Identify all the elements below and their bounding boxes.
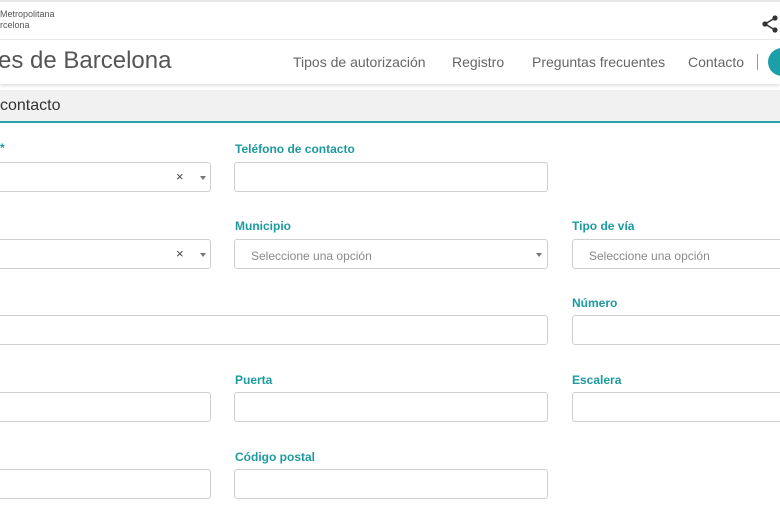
chevron-down-icon[interactable] [200, 253, 206, 257]
label-puerta: Puerta [235, 373, 273, 387]
clear-icon[interactable]: × [176, 246, 184, 261]
municipio-placeholder: Seleccione una opción [251, 249, 372, 263]
nav-preguntas-frecuentes[interactable]: Preguntas frecuentes [532, 54, 665, 70]
label-escalera: Escalera [572, 373, 622, 387]
nav-registro[interactable]: Registro [452, 54, 504, 70]
puerta-input[interactable] [234, 392, 548, 422]
label-required-field: * [0, 141, 5, 155]
tipo-via-placeholder: Seleccione una opción [589, 249, 710, 263]
piso-input[interactable] [0, 392, 211, 422]
label-numero: Número [572, 296, 618, 310]
label-codigo-postal: Código postal [235, 450, 315, 464]
nav-tipos-autorizacion[interactable]: Tipos de autorización [293, 54, 426, 70]
section-title: contacto [0, 97, 61, 114]
top-bar: Metropolitana rcelona [0, 0, 780, 40]
tipo-via-select[interactable]: Seleccione una opción [572, 239, 780, 269]
clear-icon[interactable]: × [176, 169, 184, 184]
main-navbar: es de Barcelona Tipos de autorización Re… [0, 40, 780, 84]
via-name-input[interactable] [0, 315, 548, 345]
field-row5-left[interactable] [0, 469, 211, 499]
select-field-2[interactable]: × [0, 239, 211, 269]
logo-text-line1: Metropolitana [0, 9, 55, 19]
logo-text-line2: rcelona [0, 20, 30, 30]
label-municipio: Municipio [235, 219, 291, 233]
section-header: contacto [0, 90, 780, 123]
site-title[interactable]: es de Barcelona [0, 47, 171, 75]
nav-contacto[interactable]: Contacto [688, 54, 744, 70]
select-field-1[interactable]: × [0, 162, 211, 192]
nav-divider [757, 54, 758, 70]
chevron-down-icon[interactable] [200, 176, 206, 180]
escalera-input[interactable] [572, 392, 780, 422]
codigo-postal-input[interactable] [234, 469, 548, 499]
label-telefono: Teléfono de contacto [235, 142, 355, 156]
municipio-select[interactable]: Seleccione una opción [234, 239, 548, 269]
chevron-down-icon[interactable] [536, 253, 542, 257]
user-circle-button[interactable] [768, 48, 780, 76]
label-tipo-via: Tipo de vía [572, 219, 635, 233]
numero-input[interactable] [572, 315, 780, 345]
share-icon[interactable] [760, 14, 780, 34]
telefono-input[interactable] [234, 162, 548, 192]
